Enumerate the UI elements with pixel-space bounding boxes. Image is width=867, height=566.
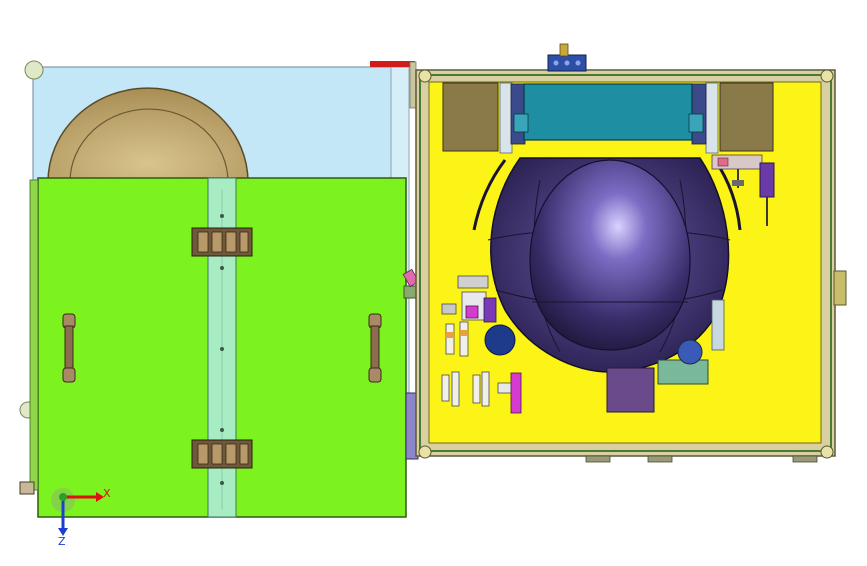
lid-handle-left[interactable] — [62, 313, 76, 383]
frame-bolt-tr — [820, 69, 834, 83]
frame-bolt-br — [820, 445, 834, 459]
triad-z-label: Z — [58, 535, 66, 548]
hinge-clamp-bottom — [191, 439, 253, 469]
brown-panel-left — [442, 82, 499, 152]
left-unit — [19, 60, 419, 518]
right-shaft — [833, 270, 847, 306]
red-handle-bar — [370, 61, 415, 67]
frame-bolt-tl — [418, 69, 432, 83]
frame-bolt-bl — [418, 445, 432, 459]
purple-block — [606, 367, 655, 413]
teal-block — [523, 83, 693, 141]
brown-panel-right — [719, 82, 774, 152]
blue-disc — [484, 324, 516, 356]
lid-handle-right[interactable] — [368, 313, 382, 383]
corner-foot-tl — [24, 60, 44, 80]
dome-inner — [529, 159, 691, 351]
top-connector — [547, 43, 587, 72]
hinge-clamp-top — [191, 227, 253, 257]
triad-x-label: X — [103, 487, 111, 500]
green-bracket — [657, 359, 709, 385]
cad-viewport[interactable]: X Z — [0, 0, 867, 562]
side-knob — [19, 481, 35, 495]
top-bracket — [409, 61, 417, 109]
lid-edge-left — [29, 179, 39, 491]
cad-drawing: X Z — [19, 43, 847, 548]
right-unit — [402, 43, 847, 463]
